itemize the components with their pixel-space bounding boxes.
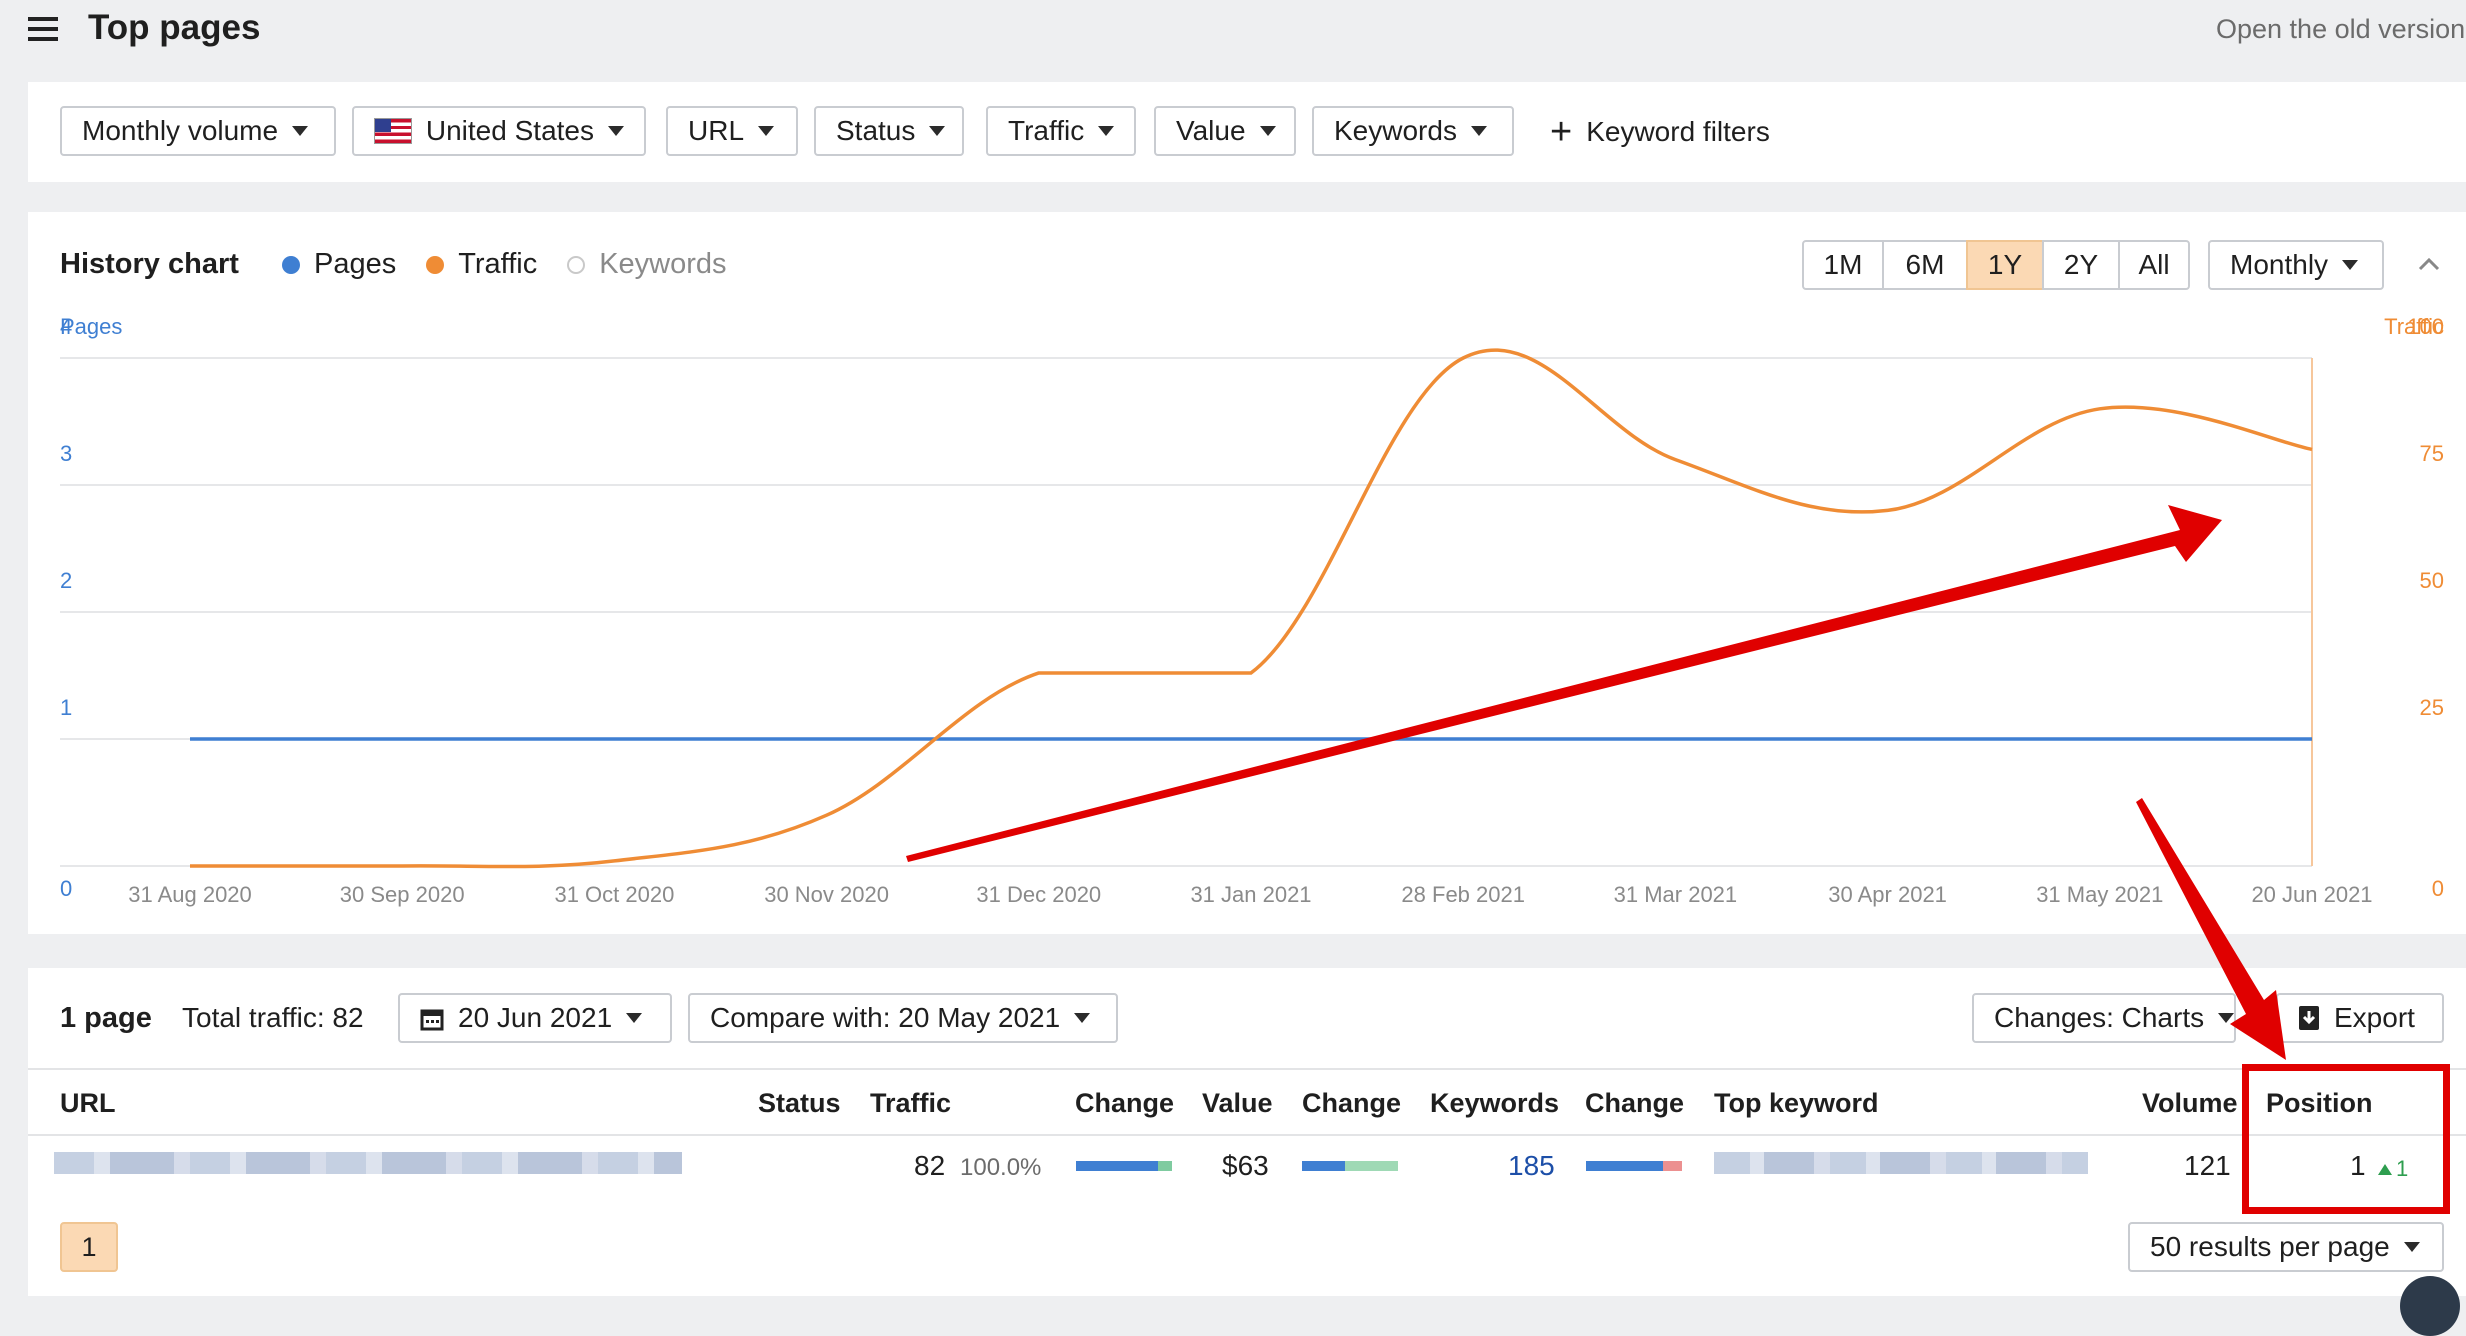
help-bubble[interactable] — [2400, 1276, 2460, 1336]
series-line-traffic — [189, 348, 2313, 869]
col-value-change[interactable]: Change — [1302, 1088, 1401, 1119]
date-label: 20 Jun 2021 — [458, 1002, 613, 1033]
chevron-down-icon — [626, 1013, 643, 1023]
calendar-icon — [420, 1006, 444, 1031]
x-tick: 30 Nov 2020 — [764, 882, 889, 907]
y-left-tick: 2 — [60, 568, 72, 593]
y-right-tick: 25 — [2420, 695, 2444, 720]
y-right-tick: 75 — [2420, 441, 2444, 466]
results-per-page-dropdown[interactable]: 50 results per page — [2128, 1222, 2444, 1272]
col-keywords[interactable]: Keywords — [1430, 1088, 1559, 1119]
history-chart: Pages Traffic01234025507510031 Aug 2020 30… — [60, 314, 2444, 907]
volume-value: 121 — [2184, 1150, 2231, 1181]
page-1-label: 1 — [81, 1231, 97, 1262]
x-tick: 31 May 2021 — [2036, 882, 2163, 907]
compare-dropdown[interactable]: Compare with: 20 May 2021 — [688, 993, 1118, 1043]
y-left-tick: 0 — [60, 876, 72, 901]
changes-label: Changes: Charts — [1994, 1002, 2205, 1033]
col-value[interactable]: Value — [1202, 1088, 1273, 1119]
traffic-change-bar — [1076, 1161, 1172, 1171]
x-tick: 30 Apr 2021 — [1828, 882, 1947, 907]
chevron-down-icon — [1074, 1013, 1091, 1023]
date-picker[interactable]: 20 Jun 2021 — [398, 993, 672, 1043]
value-change-bar — [1302, 1161, 1398, 1171]
top-keyword-redacted[interactable] — [1714, 1152, 2088, 1174]
x-tick: 31 Oct 2020 — [554, 882, 674, 907]
x-tick: 20 Jun 2021 — [2251, 882, 2372, 907]
page-count: 1 page — [60, 1002, 152, 1034]
col-keywords-change[interactable]: Change — [1585, 1088, 1684, 1119]
col-volume[interactable]: Volume — [2142, 1088, 2238, 1119]
x-tick: 30 Sep 2020 — [340, 882, 465, 907]
chevron-down-icon — [2218, 1013, 2235, 1023]
x-tick: 28 Feb 2021 — [1401, 882, 1525, 907]
page-1-button[interactable]: 1 — [60, 1222, 118, 1272]
y-right-tick: 50 — [2420, 568, 2444, 593]
traffic-share: 100.0% — [960, 1154, 1042, 1181]
y-left-tick: 3 — [60, 441, 72, 466]
value-amount: $63 — [1222, 1150, 1269, 1181]
compare-label: Compare with: 20 May 2021 — [710, 1002, 1061, 1033]
col-top-keyword[interactable]: Top keyword — [1714, 1088, 1879, 1119]
keywords-count-link[interactable]: 185 — [1508, 1150, 1555, 1182]
y-left-tick: 4 — [60, 314, 72, 339]
y-right-tick: 100 — [2407, 314, 2444, 339]
export-button[interactable]: Export — [2276, 993, 2444, 1043]
keywords-change-bar — [1586, 1161, 1682, 1171]
changes-dropdown[interactable]: Changes: Charts — [1972, 993, 2236, 1043]
table-header-divider — [28, 1068, 2466, 1070]
col-url[interactable]: URL — [60, 1088, 116, 1119]
export-label: Export — [2334, 1002, 2415, 1033]
col-traffic[interactable]: Traffic — [870, 1088, 951, 1119]
y-right-tick: 0 — [2432, 876, 2444, 901]
position-highlight-box — [2242, 1064, 2450, 1214]
x-tick: 31 Aug 2020 — [128, 882, 252, 907]
x-tick: 31 Dec 2020 — [976, 882, 1101, 907]
x-tick: 31 Mar 2021 — [1614, 882, 1738, 907]
chevron-down-icon — [2403, 1242, 2420, 1252]
results-per-page-label: 50 results per page — [2150, 1231, 2390, 1262]
y-left-tick: 1 — [60, 695, 72, 720]
traffic-value: 82 — [914, 1150, 946, 1181]
total-traffic: Total traffic: 82 — [182, 1002, 364, 1033]
col-traffic-change[interactable]: Change — [1075, 1088, 1174, 1119]
x-tick: 31 Jan 2021 — [1190, 882, 1311, 907]
col-status[interactable]: Status — [758, 1088, 841, 1119]
url-redacted[interactable] — [54, 1152, 682, 1174]
export-icon — [2298, 1005, 2320, 1031]
